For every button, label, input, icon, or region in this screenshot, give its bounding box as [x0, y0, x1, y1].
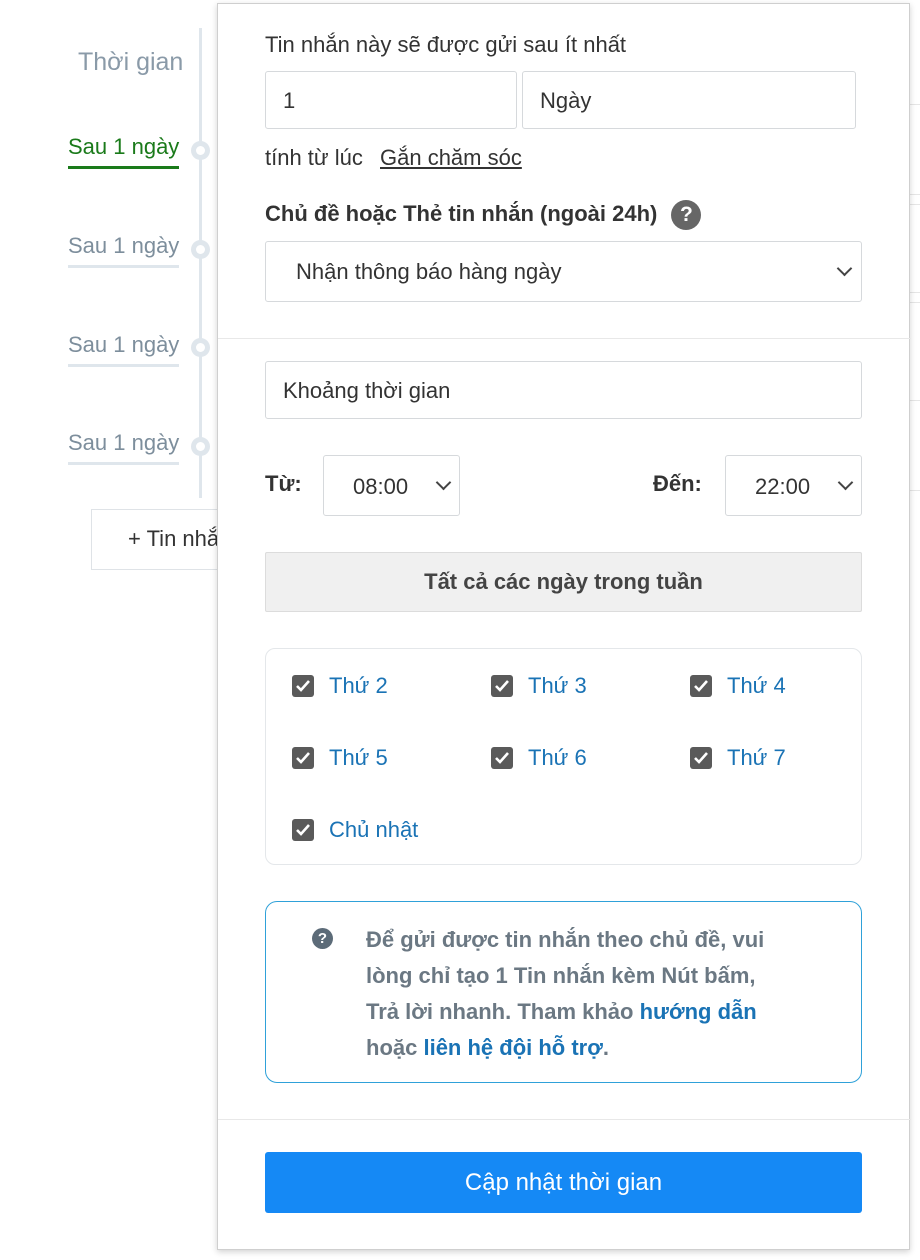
timeline-node-icon	[191, 437, 210, 456]
guide-link[interactable]: hướng dẫn	[640, 999, 757, 1024]
topic-label: Chủ đề hoặc Thẻ tin nhắn (ngoài 24h) ?	[265, 200, 702, 230]
delay-unit-field[interactable]: Ngày	[522, 71, 856, 129]
timeline-item-4[interactable]: Sau 1 ngày	[68, 430, 180, 465]
info-text: Để gửi được tin nhắn theo chủ đề, vui lò…	[366, 922, 786, 1066]
topic-select[interactable]: Nhận thông báo hàng ngày	[265, 241, 862, 302]
info-box: ? Để gửi được tin nhắn theo chủ đề, vui …	[265, 901, 862, 1083]
from-time-value: 08:00	[353, 474, 409, 499]
trigger-event-link[interactable]: Gắn chăm sóc	[380, 145, 522, 171]
timeline-line	[199, 28, 202, 498]
info-text-part2: hoặc	[366, 1035, 424, 1060]
timeline-item-3[interactable]: Sau 1 ngày	[68, 332, 180, 367]
to-time-select[interactable]: 22:00	[725, 455, 862, 516]
timeline-item-2[interactable]: Sau 1 ngày	[68, 233, 180, 268]
section-divider	[218, 338, 911, 339]
from-time-label: Từ:	[265, 471, 302, 496]
timeline-node-icon	[191, 240, 210, 259]
divider	[909, 194, 920, 195]
divider	[909, 490, 920, 491]
footer-divider	[218, 1119, 911, 1120]
all-days-button[interactable]: Tất cả các ngày trong tuần	[265, 552, 862, 612]
timeline-node-icon	[191, 141, 210, 160]
day-label-chu-nhat[interactable]: Chủ nhật	[329, 817, 418, 843]
divider	[909, 204, 920, 205]
day-label-thu-5[interactable]: Thứ 5	[329, 745, 388, 771]
info-text-part3: .	[602, 1035, 610, 1060]
divider	[909, 104, 920, 105]
question-circle-icon[interactable]: ?	[671, 200, 702, 230]
day-label-thu-3[interactable]: Thứ 3	[528, 673, 587, 699]
delay-intro-text: Tin nhắn này sẽ được gửi sau ít nhất	[265, 32, 627, 57]
day-label-thu-4[interactable]: Thứ 4	[727, 673, 786, 699]
topic-label-text: Chủ đề hoặc Thẻ tin nhắn (ngoài 24h)	[265, 200, 658, 226]
add-message-button[interactable]: + Tin nhắn	[91, 509, 231, 570]
checkbox-thu-5[interactable]	[292, 747, 314, 769]
divider	[909, 302, 920, 303]
checkbox-thu-6[interactable]	[491, 747, 513, 769]
checkbox-thu-7[interactable]	[690, 747, 712, 769]
day-label-thu-7[interactable]: Thứ 7	[727, 745, 786, 771]
chevron-down-icon	[836, 260, 853, 277]
from-time-select[interactable]: 08:00	[323, 455, 460, 516]
weekday-group: Thứ 2 Thứ 3 Thứ 4 Thứ 5 Thứ 6 Thứ 7 Chủ …	[265, 648, 862, 865]
checkbox-chu-nhat[interactable]	[292, 819, 314, 841]
time-range-field[interactable]: Khoảng thời gian	[265, 361, 862, 419]
divider	[909, 400, 920, 401]
topic-select-value: Nhận thông báo hàng ngày	[296, 259, 562, 284]
support-link[interactable]: liên hệ đội hỗ trợ	[423, 1035, 602, 1060]
chevron-down-icon	[837, 474, 854, 491]
day-label-thu-2[interactable]: Thứ 2	[329, 673, 388, 699]
from-prefix-text: tính từ lúc	[265, 145, 363, 170]
timeline-item-1[interactable]: Sau 1 ngày	[68, 134, 180, 169]
question-circle-icon: ?	[312, 928, 333, 949]
to-time-label: Đến:	[653, 471, 702, 496]
schedule-popup: Tin nhắn này sẽ được gửi sau ít nhất 1 N…	[217, 3, 911, 1250]
timeline-title: Thời gian	[78, 48, 184, 76]
update-time-button[interactable]: Cập nhật thời gian	[265, 1152, 862, 1213]
divider	[909, 292, 920, 293]
to-time-value: 22:00	[755, 474, 811, 499]
checkbox-thu-2[interactable]	[292, 675, 314, 697]
day-label-thu-6[interactable]: Thứ 6	[528, 745, 587, 771]
timeline-node-icon	[191, 338, 210, 357]
delay-value-input[interactable]: 1	[265, 71, 517, 129]
chevron-down-icon	[435, 474, 452, 491]
checkbox-thu-4[interactable]	[690, 675, 712, 697]
checkbox-thu-3[interactable]	[491, 675, 513, 697]
